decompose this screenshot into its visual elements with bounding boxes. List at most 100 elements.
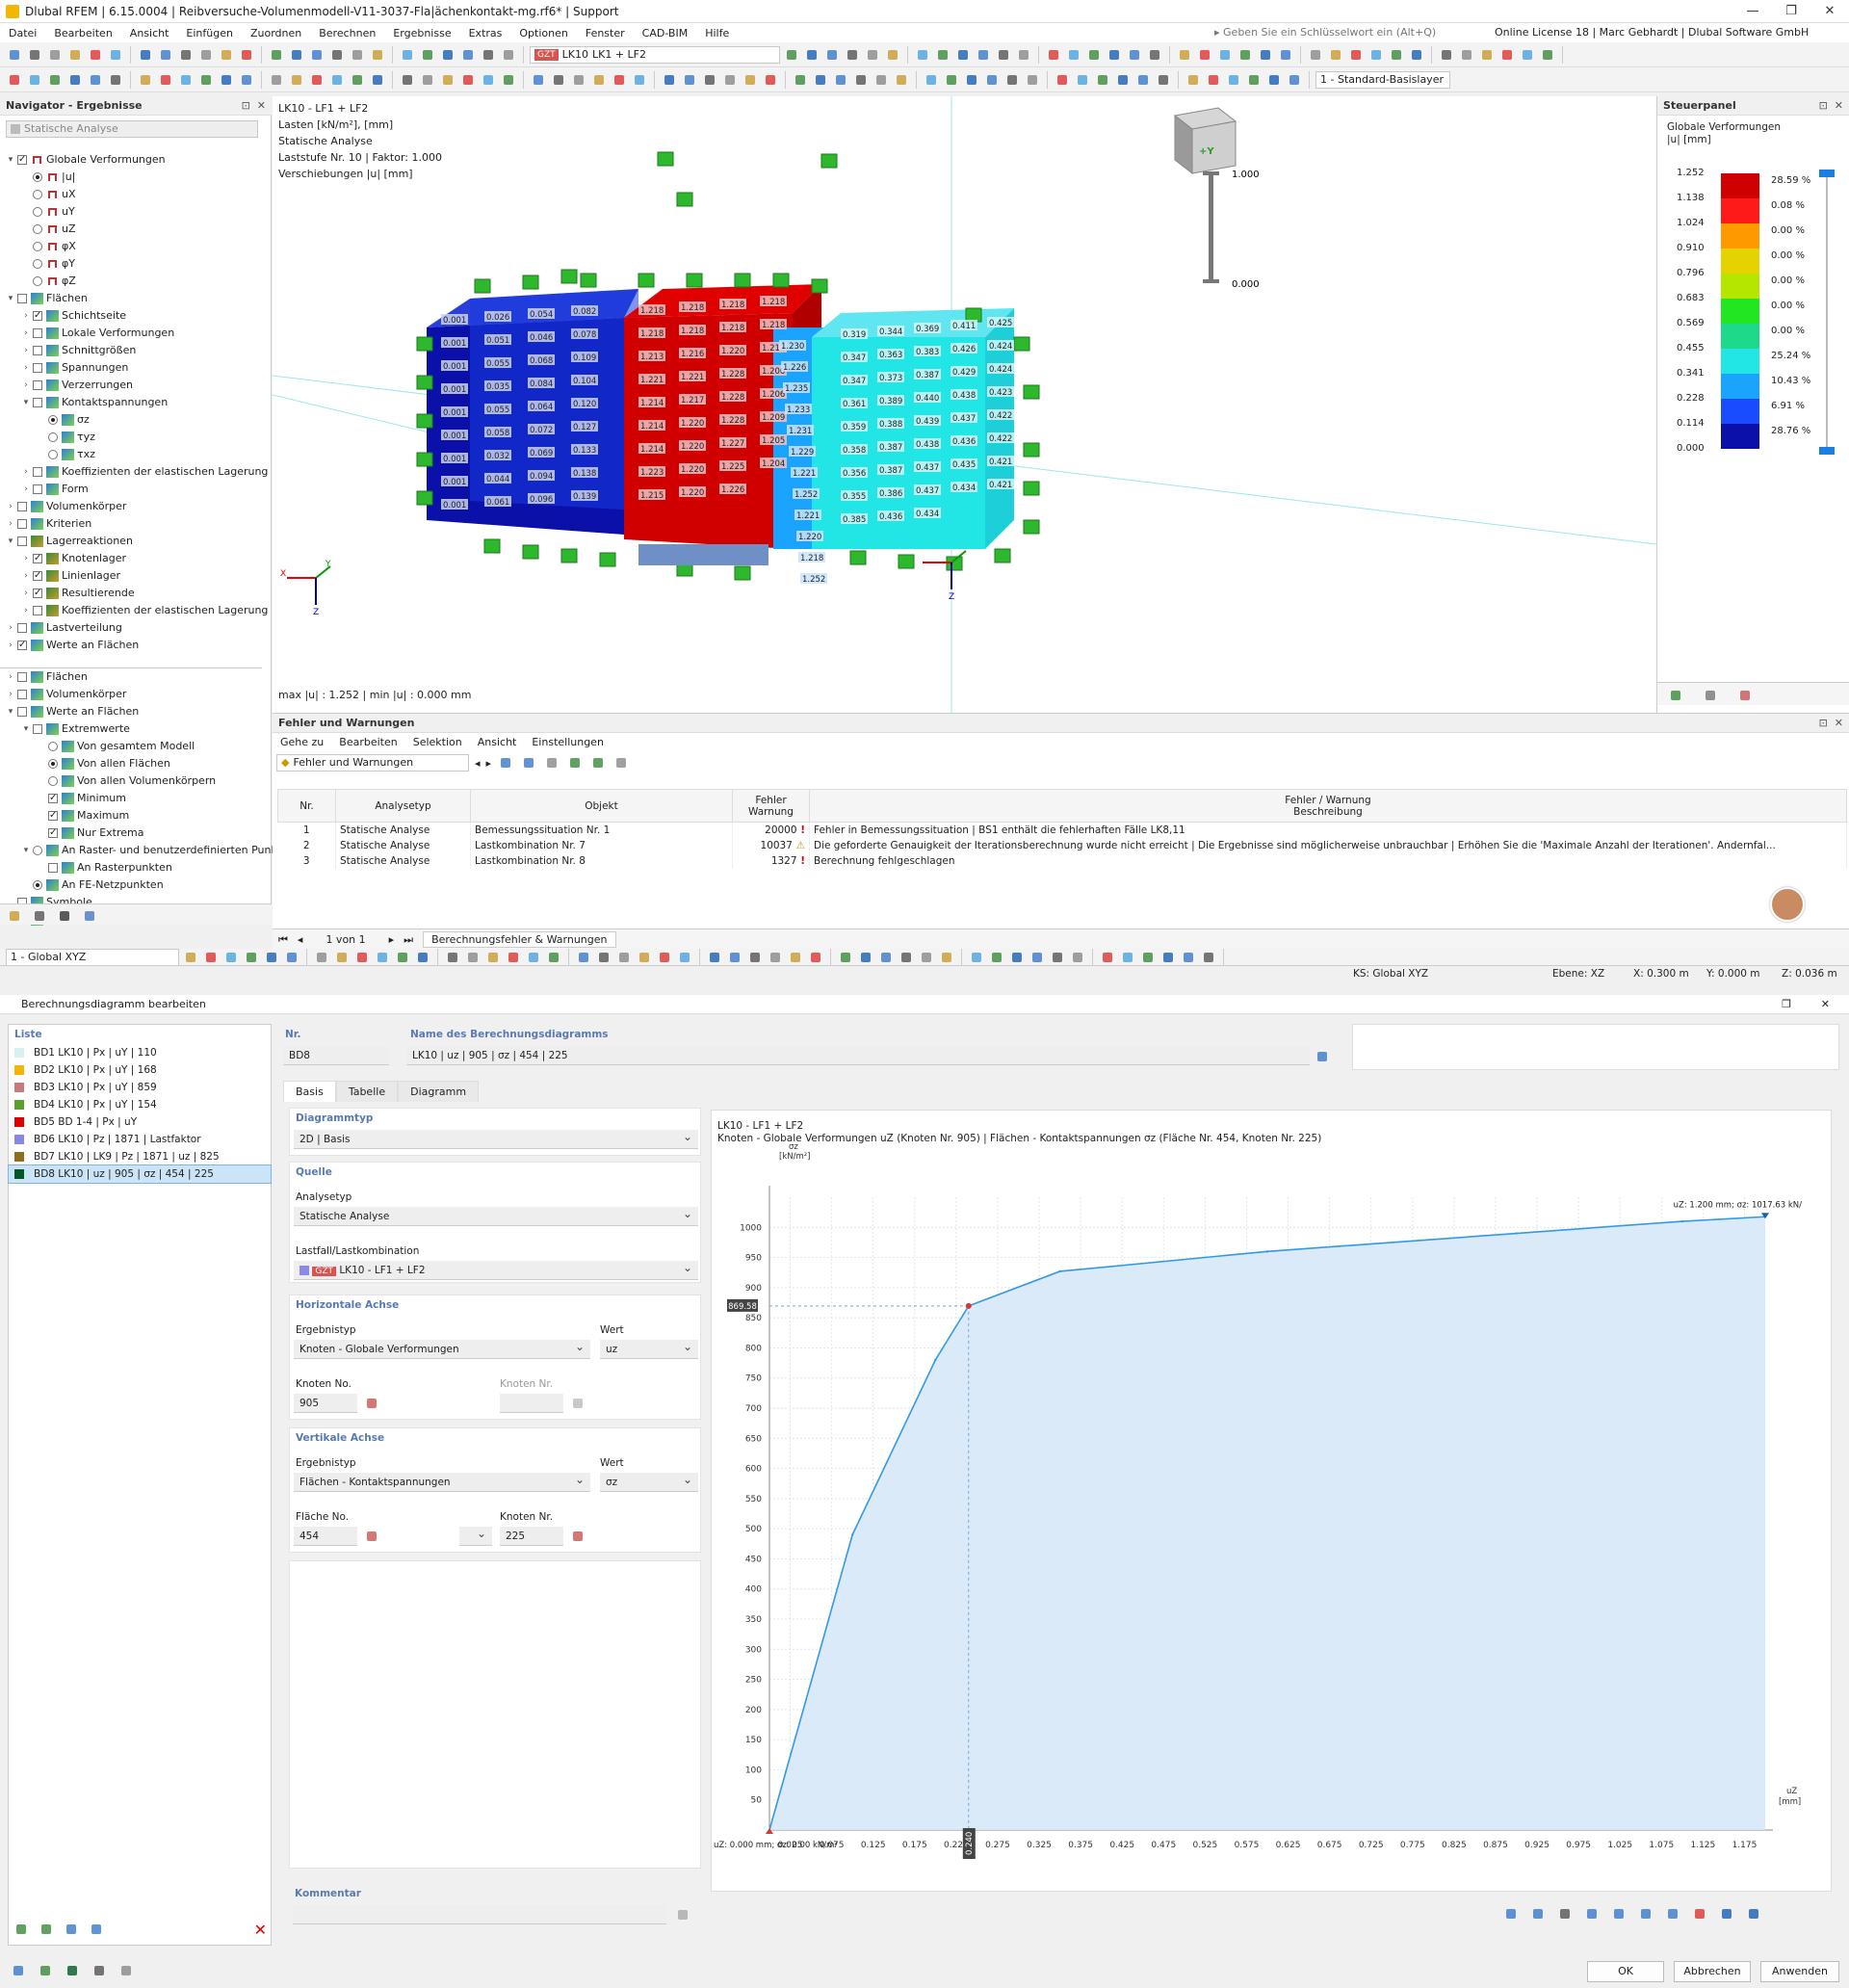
chevron-right-icon[interactable]: › xyxy=(21,481,31,498)
toolbar-button-icon[interactable] xyxy=(177,71,195,89)
toolbar-button-icon[interactable] xyxy=(914,46,931,64)
layer-combo[interactable]: 1 - Standard-Basislayer xyxy=(1315,70,1450,89)
list-item[interactable]: BD3 LK10 | Px | uY | 859 xyxy=(9,1079,271,1096)
checkbox[interactable] xyxy=(33,484,42,494)
zoom-all-icon[interactable] xyxy=(1664,1905,1681,1923)
menu-item[interactable]: Ergebnisse xyxy=(384,27,459,39)
loadcase-combo[interactable]: GZT LK10 LK1 + LF2 xyxy=(530,45,780,64)
toolbar-button-icon[interactable] xyxy=(197,46,215,64)
chevron-right-icon[interactable]: › xyxy=(21,377,31,394)
kommentar-field[interactable] xyxy=(293,1905,666,1924)
check-icon[interactable] xyxy=(63,1921,80,1938)
toolbar-button-icon[interactable] xyxy=(1054,71,1071,89)
toolbar-button-icon[interactable] xyxy=(898,949,915,966)
pin-icon[interactable]: ⊡ xyxy=(242,99,250,112)
toolbar-button-icon[interactable] xyxy=(439,46,456,64)
toolbar-button-icon[interactable] xyxy=(844,46,861,64)
chevron-right-icon[interactable]: › xyxy=(21,567,31,585)
toolbar-button-icon[interactable] xyxy=(742,71,759,89)
toolbar-button-icon[interactable] xyxy=(238,46,255,64)
chart-layout2-icon[interactable] xyxy=(1745,1905,1762,1923)
toolbar-button-icon[interactable] xyxy=(968,949,985,966)
toolbar-button-icon[interactable] xyxy=(1478,46,1496,64)
toolbar-button-icon[interactable] xyxy=(1180,949,1197,966)
toolbar-button-icon[interactable] xyxy=(419,71,436,89)
checkbox[interactable] xyxy=(33,380,42,390)
checkbox[interactable] xyxy=(48,863,58,873)
errors-menu-item[interactable]: Gehe zu xyxy=(273,733,331,752)
tree-item[interactable]: φY xyxy=(0,255,262,273)
cancel-button[interactable]: Abbrechen xyxy=(1674,1961,1751,1982)
tab-diagramm[interactable]: Diagramm xyxy=(398,1081,480,1102)
tree-item[interactable]: › Koeffizienten der elastischen Lagerung xyxy=(0,602,268,619)
toolbar-button-icon[interactable] xyxy=(706,949,723,966)
3d-viewport[interactable]: LK10 - LF1 + LF2 Lasten [kN/m²], [mm] Stat… xyxy=(273,96,1656,713)
toolbar-button-icon[interactable] xyxy=(611,71,628,89)
chevron-right-icon[interactable]: › xyxy=(6,637,15,654)
toolbar-button-icon[interactable] xyxy=(238,71,255,89)
tree-item[interactable]: › Form xyxy=(0,481,262,498)
toolbar-button-icon[interactable] xyxy=(631,71,648,89)
toolbar-button-icon[interactable] xyxy=(243,949,260,966)
zoom-in-icon[interactable] xyxy=(1583,1905,1601,1923)
toolbar-button-icon[interactable] xyxy=(1286,71,1303,89)
tree-item[interactable]: › Schichtseite xyxy=(0,307,262,325)
tree-item[interactable]: ▾ Kontaktspannungen xyxy=(0,394,262,411)
radio-button[interactable] xyxy=(33,259,42,269)
apply-button[interactable]: Anwenden xyxy=(1760,1961,1839,1982)
toolbar-button-icon[interactable] xyxy=(6,46,23,64)
restore-icon[interactable]: ❐ xyxy=(1772,0,1810,23)
chevron-right-icon[interactable]: › xyxy=(21,359,31,377)
toolbar-button-icon[interactable] xyxy=(1408,46,1425,64)
toolbar-button-icon[interactable] xyxy=(480,46,497,64)
errors-close-icon[interactable]: ✕ xyxy=(1835,717,1843,729)
radio-button[interactable] xyxy=(48,776,58,786)
prev-arrow-icon[interactable]: ◂ xyxy=(475,757,481,770)
menu-item[interactable]: Einfügen xyxy=(177,27,242,39)
toolbar-button-icon[interactable] xyxy=(87,46,104,64)
toolbar-button-icon[interactable] xyxy=(1106,46,1123,64)
toolbar-button-icon[interactable] xyxy=(812,71,829,89)
hor-knoten-field[interactable]: 905 xyxy=(294,1394,357,1413)
toolbar-button-icon[interactable] xyxy=(783,46,800,64)
search-box[interactable]: ▸ Geben Sie ein Schlüsselwort ein (Alt+Q… xyxy=(1209,25,1459,40)
axis-y-settings-icon[interactable] xyxy=(1529,1905,1547,1923)
toolbar-button-icon[interactable] xyxy=(726,949,743,966)
toolbar-button-icon[interactable] xyxy=(137,46,154,64)
toolbar-button-icon[interactable] xyxy=(484,949,502,966)
view-cube[interactable]: +Y xyxy=(1173,107,1237,175)
filter-tab-icon[interactable] xyxy=(1736,687,1754,704)
errors-menu-item[interactable]: Bearbeiten xyxy=(331,733,404,752)
radio-button[interactable] xyxy=(48,450,58,459)
toolbar-button-icon[interactable] xyxy=(807,949,824,966)
select-icon[interactable] xyxy=(520,754,537,772)
zoom-out-icon[interactable] xyxy=(1610,1905,1628,1923)
tree-item[interactable]: φZ xyxy=(0,273,262,290)
toolbar-button-icon[interactable] xyxy=(918,949,935,966)
list-item[interactable]: BD1 LK10 | Px | uY | 110 xyxy=(9,1044,271,1061)
toolbar-button-icon[interactable] xyxy=(308,71,326,89)
toolbar-button-icon[interactable] xyxy=(681,71,698,89)
list-item[interactable]: BD2 LK10 | Px | uY | 168 xyxy=(9,1061,271,1079)
checkbox[interactable] xyxy=(17,672,27,682)
pick-surface-icon[interactable] xyxy=(363,1528,380,1545)
checkbox[interactable] xyxy=(33,307,42,325)
toolbar-button-icon[interactable] xyxy=(746,949,764,966)
toolbar-button-icon[interactable] xyxy=(676,949,693,966)
avatar[interactable] xyxy=(1770,887,1805,922)
toolbar-button-icon[interactable] xyxy=(837,949,854,966)
checkbox[interactable] xyxy=(17,519,27,529)
comment-edit-icon[interactable] xyxy=(674,1906,691,1923)
scale-tab-icon[interactable] xyxy=(1702,687,1719,704)
toolbar-button-icon[interactable] xyxy=(177,46,195,64)
edit-name-icon[interactable] xyxy=(1314,1048,1331,1065)
toolbar-button-icon[interactable] xyxy=(46,71,64,89)
toolbar-button-icon[interactable] xyxy=(182,949,199,966)
chevron-right-icon[interactable]: › xyxy=(21,325,31,342)
radio-button[interactable] xyxy=(48,415,58,425)
menu-item[interactable]: Ansicht xyxy=(121,27,178,39)
checkbox[interactable] xyxy=(17,707,27,717)
checkbox[interactable] xyxy=(33,467,42,477)
toolbar-button-icon[interactable] xyxy=(1134,71,1152,89)
tree-item[interactable]: ▾ Extremwerte xyxy=(0,720,262,738)
